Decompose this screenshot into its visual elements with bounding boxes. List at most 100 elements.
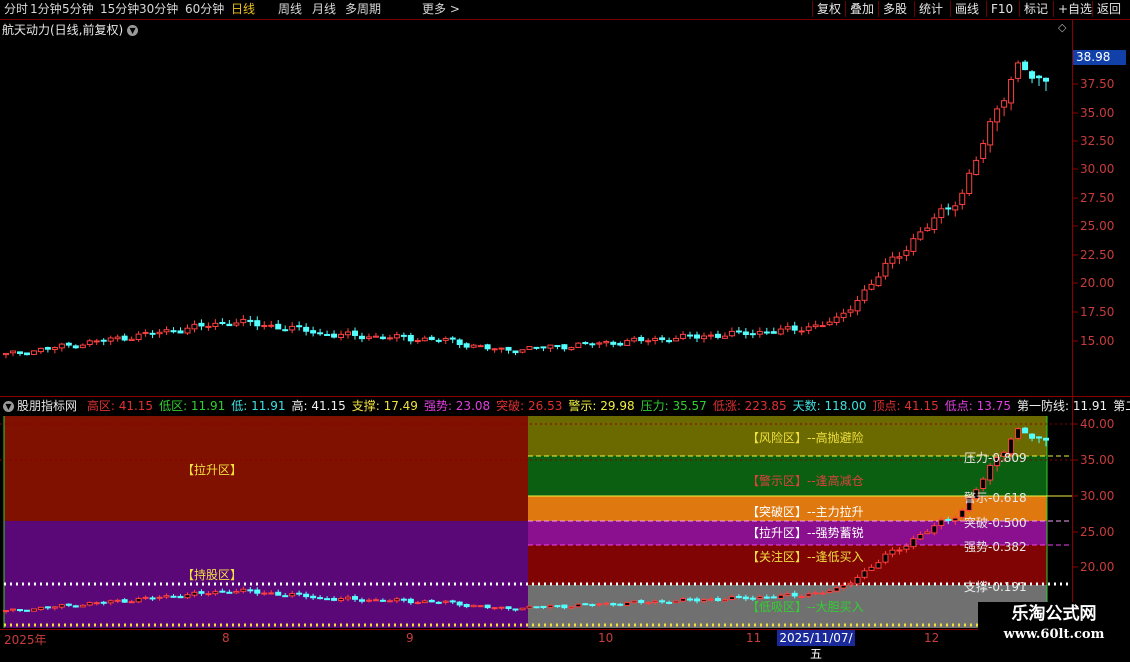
candle-body xyxy=(673,337,680,342)
chevron-down-icon[interactable]: ▼ xyxy=(3,401,14,412)
candle-body xyxy=(519,607,526,611)
candle-body xyxy=(812,592,819,595)
candle-body xyxy=(386,337,393,340)
candle-body xyxy=(931,217,938,230)
candle-body xyxy=(931,525,938,534)
candle-body xyxy=(575,342,582,348)
indicator-tick: 35.00 xyxy=(1080,453,1115,467)
candle-body xyxy=(875,562,882,569)
candle-body xyxy=(610,341,617,345)
candle-body xyxy=(135,333,142,341)
candle-body xyxy=(791,592,798,597)
candle-body xyxy=(114,336,121,340)
candle-body xyxy=(310,330,317,334)
candle-body xyxy=(756,330,763,335)
candle-body xyxy=(477,605,484,608)
date-label: 2025年 xyxy=(4,633,47,647)
candle-body xyxy=(254,320,261,327)
candle-body xyxy=(554,605,561,608)
candle-body xyxy=(994,108,1001,123)
candle-body xyxy=(393,334,400,339)
left-zone-upper-label: 【拉升区】 xyxy=(182,463,243,477)
candle-body xyxy=(1043,77,1049,82)
candle-body xyxy=(170,595,177,598)
candle-body xyxy=(247,319,254,323)
candle-body xyxy=(65,342,72,346)
candle-body xyxy=(365,336,372,339)
price-tick: 32.50 xyxy=(1080,134,1115,148)
candle-body xyxy=(491,348,498,351)
candle-body xyxy=(128,338,135,342)
candle-body xyxy=(910,238,917,252)
price-tick: 27.50 xyxy=(1080,191,1115,205)
zone-label-rally: 【拉升区】--强势蓄锐 xyxy=(747,526,864,540)
candle-body xyxy=(463,343,470,348)
price-tick: 25.00 xyxy=(1080,219,1115,233)
candle-body xyxy=(652,600,659,603)
candle-body xyxy=(142,596,149,599)
candle-body xyxy=(861,570,868,578)
candle-body xyxy=(694,598,701,602)
candle-body xyxy=(826,590,833,594)
candle-body xyxy=(400,334,407,337)
candle-body xyxy=(728,596,735,600)
candle-body xyxy=(952,517,959,522)
zone-label-attention: 【关注区】--逢低买入 xyxy=(747,550,864,564)
candle-body xyxy=(72,345,79,349)
candle-body xyxy=(777,328,784,335)
candle-body xyxy=(470,344,477,348)
candle-body xyxy=(735,595,742,598)
candle-body xyxy=(819,592,826,595)
candle-body xyxy=(749,333,756,336)
indicator-name[interactable]: 股朋指标网 xyxy=(17,399,77,413)
candle-body xyxy=(317,332,324,335)
candle-body xyxy=(219,321,226,324)
candle-body xyxy=(833,316,840,323)
candle-body xyxy=(847,309,854,313)
candle-body xyxy=(58,343,65,349)
candle-body xyxy=(805,593,812,597)
candle-body xyxy=(882,262,889,277)
candle-body xyxy=(707,334,714,337)
candle-body xyxy=(421,337,428,342)
candle-body xyxy=(1008,79,1015,104)
candle-body xyxy=(198,591,205,594)
candle-body xyxy=(470,604,477,608)
candle-body xyxy=(840,584,847,589)
candle-body xyxy=(812,324,819,328)
candle-body xyxy=(44,347,51,350)
indicator-field: 低涨: 223.85 xyxy=(712,399,787,413)
zone-label-low-buy: 【低吸区】--大胆买入 xyxy=(747,600,864,614)
candle-body xyxy=(114,599,121,602)
candle-body xyxy=(505,346,512,351)
candle-body xyxy=(610,603,617,606)
candle-body xyxy=(3,352,9,356)
candle-body xyxy=(666,339,673,343)
candle-body xyxy=(226,591,233,594)
candle-body xyxy=(414,601,421,604)
candle-body xyxy=(372,335,379,338)
candle-body xyxy=(400,598,407,601)
candle-body xyxy=(833,587,840,592)
candle-body xyxy=(638,600,645,604)
level-label-strong: 强势-0.382 xyxy=(964,540,1027,554)
candle-body xyxy=(903,545,910,550)
candle-body xyxy=(1036,436,1043,439)
candle-body xyxy=(282,329,289,332)
candle-body xyxy=(540,605,547,608)
candle-body xyxy=(540,346,547,349)
candle-body xyxy=(1022,61,1029,71)
candle-body xyxy=(365,599,372,602)
candle-body xyxy=(51,347,58,351)
candle-body xyxy=(952,205,959,211)
candle-body xyxy=(135,597,142,603)
candle-body xyxy=(721,335,728,339)
candle-body xyxy=(449,600,456,603)
candle-body xyxy=(687,334,694,337)
candle-body xyxy=(589,343,596,346)
candle-body xyxy=(526,346,533,350)
candle-body xyxy=(582,603,589,606)
candle-body xyxy=(868,566,875,571)
candle-body xyxy=(393,598,400,602)
candle-body xyxy=(742,331,749,336)
